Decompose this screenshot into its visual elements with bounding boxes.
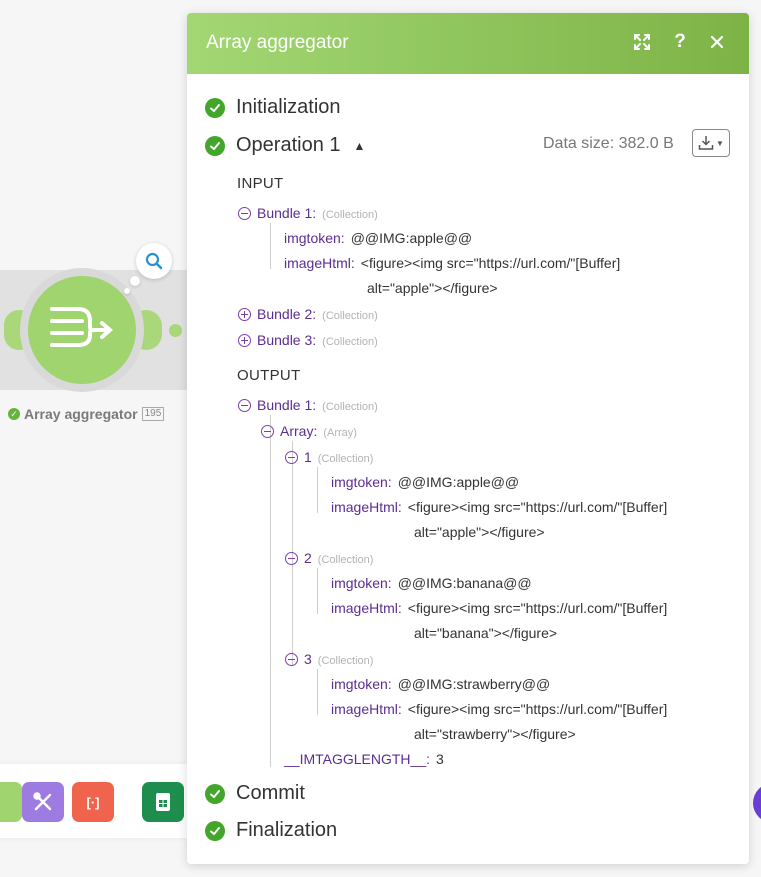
toolbar-green-button[interactable]	[0, 782, 22, 822]
text-parser-button[interactable]: [·]	[72, 782, 114, 822]
expand-icon[interactable]	[238, 334, 251, 347]
brackets-icon: [·]	[86, 794, 100, 810]
tree-line	[270, 223, 271, 269]
phase-initialization[interactable]: Initialization	[205, 96, 341, 119]
module-label[interactable]: ✓ Array aggregator 195	[8, 406, 165, 422]
google-sheets-button[interactable]	[142, 782, 184, 822]
collapse-icon[interactable]	[285, 653, 298, 666]
phase-label: Commit	[236, 782, 305, 804]
output-item-2[interactable]: 2 (Collection)	[285, 550, 373, 566]
tree-line	[317, 568, 318, 614]
output-item-1[interactable]: 1 (Collection)	[285, 449, 373, 465]
collapse-icon[interactable]	[285, 451, 298, 464]
phase-label: Operation 1	[236, 134, 341, 156]
collapse-icon[interactable]	[238, 207, 251, 220]
input-imagehtml-row: imageHtml: <figure><img src="https://url.…	[284, 255, 621, 271]
expand-icon	[634, 34, 650, 50]
data-size: Data size: 382.0 B	[543, 135, 674, 152]
help-launcher[interactable]	[753, 783, 761, 823]
tools-button[interactable]	[22, 782, 64, 822]
check-circle-icon	[205, 820, 225, 841]
sheets-icon	[156, 793, 170, 811]
tree-line	[317, 669, 318, 715]
panel-header: Array aggregator ?	[187, 13, 749, 74]
output-item-1-imgtoken: imgtoken: @@IMG:apple@@	[331, 474, 520, 490]
output-item-1-imagehtml: imageHtml: <figure><img src="https://url.…	[331, 499, 668, 515]
output-item-3[interactable]: 3 (Collection)	[285, 651, 373, 667]
panel-title: Array aggregator	[206, 32, 349, 53]
tree-line	[270, 415, 271, 767]
collapse-icon[interactable]	[285, 552, 298, 565]
phase-operation[interactable]: Operation 1 ▲	[205, 134, 365, 157]
close-icon	[710, 35, 724, 49]
phase-commit[interactable]: Commit	[205, 782, 305, 805]
bundle-inspector-panel: Array aggregator ? Initialization Operat…	[187, 13, 749, 864]
output-item-1-imagehtml-cont: alt="apple"></figure>	[414, 524, 545, 540]
inspect-bubble[interactable]	[136, 243, 172, 279]
output-heading: OUTPUT	[237, 367, 301, 384]
phase-finalization[interactable]: Finalization	[205, 819, 337, 842]
check-icon: ✓	[8, 408, 20, 420]
expand-icon[interactable]	[238, 308, 251, 321]
bubble-tail-small	[124, 288, 130, 294]
output-array[interactable]: Array: (Array)	[261, 423, 357, 439]
phase-label: Initialization	[236, 96, 341, 118]
output-item-3-imagehtml: imageHtml: <figure><img src="https://url.…	[331, 701, 668, 717]
output-item-2-imagehtml-cont: alt="banana"></figure>	[414, 625, 558, 641]
input-bundle-3[interactable]: Bundle 3: (Collection)	[238, 332, 378, 348]
expand-button[interactable]	[630, 30, 654, 54]
download-button[interactable]: ▼	[692, 129, 730, 157]
collapse-icon[interactable]	[238, 399, 251, 412]
output-item-2-imgtoken: imgtoken: @@IMG:banana@@	[331, 575, 532, 591]
module-name: Array aggregator	[24, 406, 138, 422]
module-node[interactable]	[28, 276, 136, 384]
input-bundle-1[interactable]: Bundle 1: (Collection)	[238, 205, 378, 221]
check-circle-icon	[205, 135, 225, 156]
check-circle-icon	[205, 783, 225, 804]
collapse-icon[interactable]	[261, 425, 274, 438]
bubble-tail	[130, 276, 140, 286]
close-button[interactable]	[705, 30, 729, 54]
output-item-2-imagehtml: imageHtml: <figure><img src="https://url.…	[331, 600, 668, 616]
output-item-3-imgtoken: imgtoken: @@IMG:strawberry@@	[331, 676, 551, 692]
search-icon	[145, 252, 163, 270]
tools-icon	[33, 792, 52, 811]
connector-dot[interactable]	[169, 324, 182, 337]
input-imgtoken-row: imgtoken: @@IMG:apple@@	[284, 230, 473, 246]
input-bundle-2[interactable]: Bundle 2: (Collection)	[238, 306, 378, 322]
output-item-3-imagehtml-cont: alt="strawberry"></figure>	[414, 726, 576, 742]
help-icon: ?	[674, 31, 686, 52]
array-aggregator-icon	[50, 307, 114, 347]
tree-line	[317, 467, 318, 513]
chevron-down-icon: ▼	[716, 138, 724, 148]
output-length-row: __IMTAGGLENGTH__: 3	[284, 751, 444, 767]
help-button[interactable]: ?	[668, 30, 692, 54]
phase-label: Finalization	[236, 819, 338, 841]
module-id-badge: 195	[141, 407, 165, 421]
caret-up-icon[interactable]: ▲	[354, 139, 366, 153]
download-icon	[698, 136, 714, 150]
input-imagehtml-cont: alt="apple"></figure>	[367, 280, 498, 296]
check-circle-icon	[205, 97, 225, 118]
output-bundle-1[interactable]: Bundle 1: (Collection)	[238, 397, 378, 413]
input-heading: INPUT	[237, 175, 284, 192]
